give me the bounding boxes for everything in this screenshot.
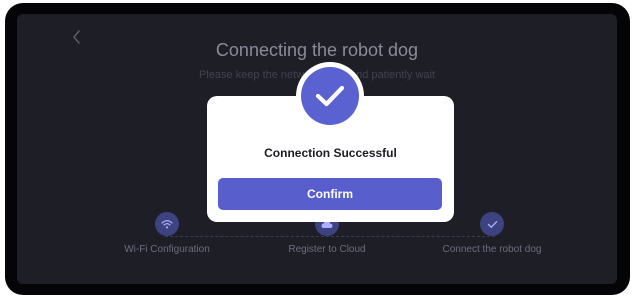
confirm-button[interactable]: Confirm [218, 178, 442, 210]
dialog-message: Connection Successful [264, 146, 397, 160]
success-badge [296, 62, 364, 130]
success-badge-inner [301, 67, 359, 125]
app-screen: Connecting the robot dog Please keep the… [17, 14, 617, 284]
device-frame: Connecting the robot dog Please keep the… [5, 3, 630, 295]
success-check-icon [315, 85, 345, 107]
